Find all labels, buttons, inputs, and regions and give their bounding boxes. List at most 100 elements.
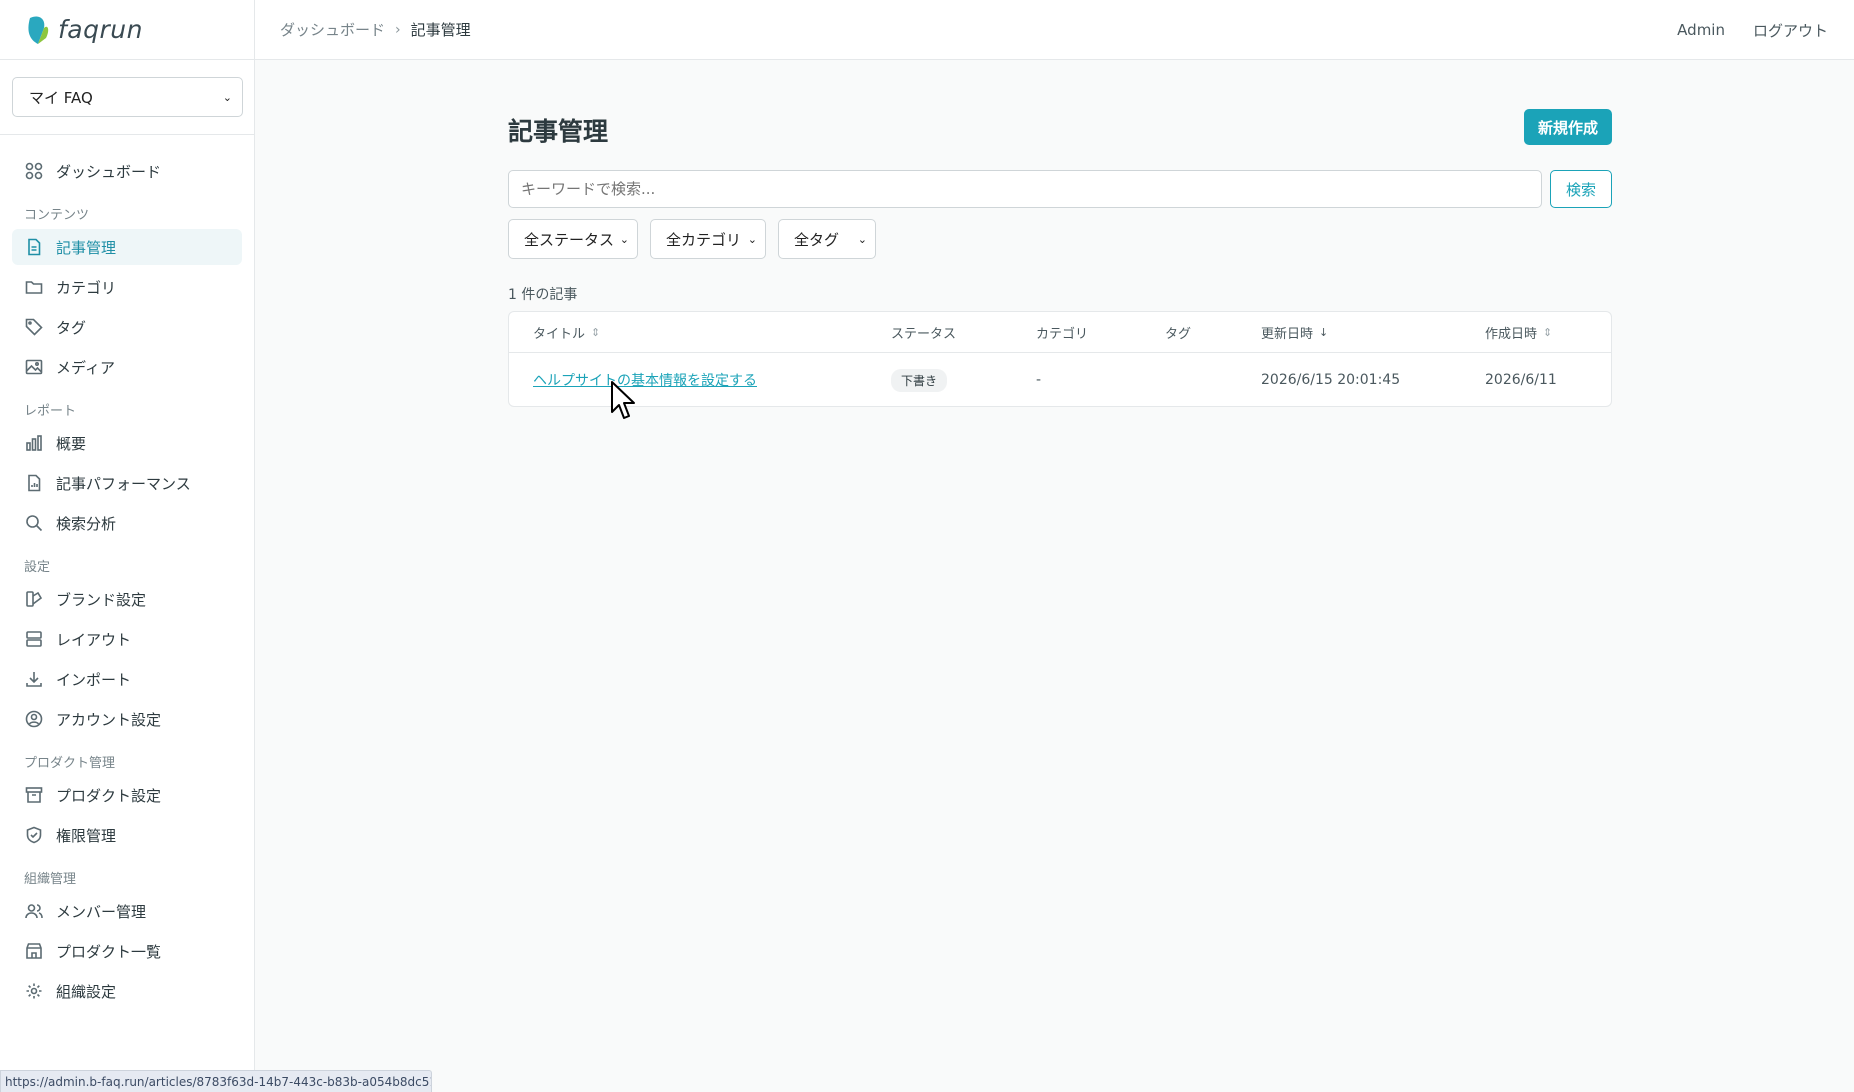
sidebar-item-media[interactable]: メディア	[12, 349, 242, 385]
column-updated[interactable]: 更新日時 ↓	[1261, 312, 1328, 353]
sidebar-item-product-list[interactable]: プロダクト一覧	[12, 933, 242, 969]
store-icon	[24, 941, 44, 961]
document-icon	[24, 237, 44, 257]
category-filter-value: 全カテゴリ	[666, 230, 742, 249]
page-title: 記事管理	[508, 117, 609, 146]
shield-check-icon	[24, 825, 44, 845]
row-updated-cell: 2026/6/15 20:01:45	[1261, 372, 1401, 388]
user-circle-icon	[24, 709, 44, 729]
column-updated-label: 更新日時	[1261, 327, 1314, 342]
section-product-mgmt: プロダクト管理	[24, 756, 116, 771]
sidebar-item-label: タグ	[56, 318, 87, 337]
status-badge: 下書き	[891, 368, 948, 392]
search-icon	[24, 513, 44, 533]
sort-desc-icon: ↓	[1319, 326, 1329, 339]
column-tag: タグ	[1165, 312, 1191, 353]
table-row: ヘルプサイトの基本情報を設定する 下書き - 2026/6/15 20:01:4…	[509, 353, 1611, 407]
logout-link[interactable]: ログアウト	[1753, 20, 1828, 41]
palette-icon	[24, 589, 44, 609]
sidebar-nav: ダッシュボード コンテンツ 記事管理 カテゴリ タグ メディア レポート 概要 …	[0, 135, 254, 1009]
article-count: 1 件の記事	[508, 287, 578, 303]
sidebar-item-permissions[interactable]: 権限管理	[12, 817, 242, 853]
status-filter-select[interactable]: 全ステータス ⌄	[508, 219, 638, 259]
sort-icon: ⇕	[1543, 326, 1553, 339]
status-filter-value: 全ステータス	[524, 230, 615, 249]
sidebar-item-brand-settings[interactable]: ブランド設定	[12, 581, 242, 617]
breadcrumb-current: 記事管理	[410, 21, 471, 39]
sidebar-item-label: プロダクト一覧	[56, 942, 162, 961]
sidebar-item-import[interactable]: インポート	[12, 661, 242, 697]
sidebar-item-label: 権限管理	[56, 826, 117, 845]
sidebar-item-label: ブランド設定	[56, 590, 147, 609]
sidebar-item-product-settings[interactable]: プロダクト設定	[12, 777, 242, 813]
sidebar-item-label: メディア	[56, 358, 115, 377]
column-title-label: タイトル	[533, 327, 586, 342]
sidebar-item-tags[interactable]: タグ	[12, 309, 242, 345]
section-reports: レポート	[24, 404, 77, 419]
column-title[interactable]: タイトル ⇕	[533, 312, 600, 353]
users-icon	[24, 901, 44, 921]
table-header: タイトル ⇕ ステータス カテゴリ タグ 更新日時 ↓ 作成日時 ⇕	[509, 312, 1611, 353]
sidebar-item-label: カテゴリ	[56, 278, 117, 297]
chevron-down-icon: ⌄	[857, 232, 867, 246]
grid-icon	[24, 161, 44, 181]
section-org-mgmt: 組織管理	[24, 872, 77, 887]
sidebar-item-overview[interactable]: 概要	[12, 425, 242, 461]
sidebar-item-label: 概要	[56, 434, 87, 453]
chevron-right-icon: ›	[395, 21, 401, 38]
sidebar-item-article-performance[interactable]: 記事パフォーマンス	[12, 465, 242, 501]
search-input[interactable]	[508, 170, 1542, 208]
topbar: ダッシュボード › 記事管理 Admin ログアウト	[255, 0, 1854, 60]
sidebar-item-categories[interactable]: カテゴリ	[12, 269, 242, 305]
row-title-cell: ヘルプサイトの基本情報を設定する	[533, 353, 757, 407]
sidebar-item-label: ダッシュボード	[56, 162, 162, 181]
logo-text: faqrun	[58, 15, 143, 44]
sort-icon: ⇕	[591, 326, 601, 339]
tag-filter-value: 全タグ	[794, 230, 840, 249]
sidebar-item-label: アカウント設定	[56, 710, 162, 729]
folder-icon	[24, 277, 44, 297]
logo[interactable]: faqrun	[0, 0, 254, 60]
sidebar-item-layout[interactable]: レイアウト	[12, 621, 242, 657]
breadcrumb-dashboard[interactable]: ダッシュボード	[280, 19, 385, 40]
new-article-button[interactable]: 新規作成	[1524, 109, 1612, 145]
breadcrumb: ダッシュボード › 記事管理	[280, 19, 471, 40]
search-button[interactable]: 検索	[1550, 170, 1612, 208]
sidebar-item-label: 組織設定	[56, 982, 117, 1001]
column-created-label: 作成日時	[1485, 327, 1538, 342]
chevron-down-icon: ⌄	[619, 232, 629, 246]
section-settings: 設定	[24, 560, 51, 575]
sidebar-item-label: メンバー管理	[56, 902, 147, 921]
sidebar-item-label: 検索分析	[56, 514, 117, 533]
product-select[interactable]: マイ FAQ ⌄	[12, 77, 243, 117]
sidebar-item-dashboard[interactable]: ダッシュボード	[12, 153, 242, 189]
user-name[interactable]: Admin	[1677, 21, 1725, 39]
column-status-label: ステータス	[891, 327, 957, 342]
articles-table: タイトル ⇕ ステータス カテゴリ タグ 更新日時 ↓ 作成日時 ⇕ ヘルプサイ…	[508, 311, 1612, 407]
row-status-cell: 下書き	[891, 353, 948, 407]
column-created[interactable]: 作成日時 ⇕	[1485, 312, 1552, 353]
sidebar-item-articles[interactable]: 記事管理	[12, 229, 242, 265]
bar-chart-icon	[24, 433, 44, 453]
sidebar-item-label: 記事管理	[56, 238, 117, 257]
column-category-label: カテゴリ	[1036, 327, 1089, 342]
layout-icon	[24, 629, 44, 649]
sidebar-item-search-analysis[interactable]: 検索分析	[12, 505, 242, 541]
status-bar-url: https://admin.b-faq.run/articles/8783f63…	[0, 1070, 432, 1092]
document-chart-icon	[24, 473, 44, 493]
chevron-down-icon: ⌄	[222, 90, 232, 104]
gear-icon	[24, 981, 44, 1001]
sidebar-item-label: インポート	[56, 670, 132, 689]
section-content: コンテンツ	[24, 208, 90, 223]
tag-filter-select[interactable]: 全タグ ⌄	[778, 219, 876, 259]
category-filter-select[interactable]: 全カテゴリ ⌄	[650, 219, 766, 259]
sidebar-item-account-settings[interactable]: アカウント設定	[12, 701, 242, 737]
sidebar-item-label: 記事パフォーマンス	[56, 474, 191, 493]
sidebar-item-members[interactable]: メンバー管理	[12, 893, 242, 929]
sidebar-item-org-settings[interactable]: 組織設定	[12, 973, 242, 1009]
logo-mark-icon	[28, 15, 49, 44]
column-tag-label: タグ	[1165, 327, 1192, 342]
article-title-link[interactable]: ヘルプサイトの基本情報を設定する	[533, 370, 757, 390]
column-status: ステータス	[891, 312, 956, 353]
row-created-cell: 2026/6/11	[1485, 372, 1557, 388]
